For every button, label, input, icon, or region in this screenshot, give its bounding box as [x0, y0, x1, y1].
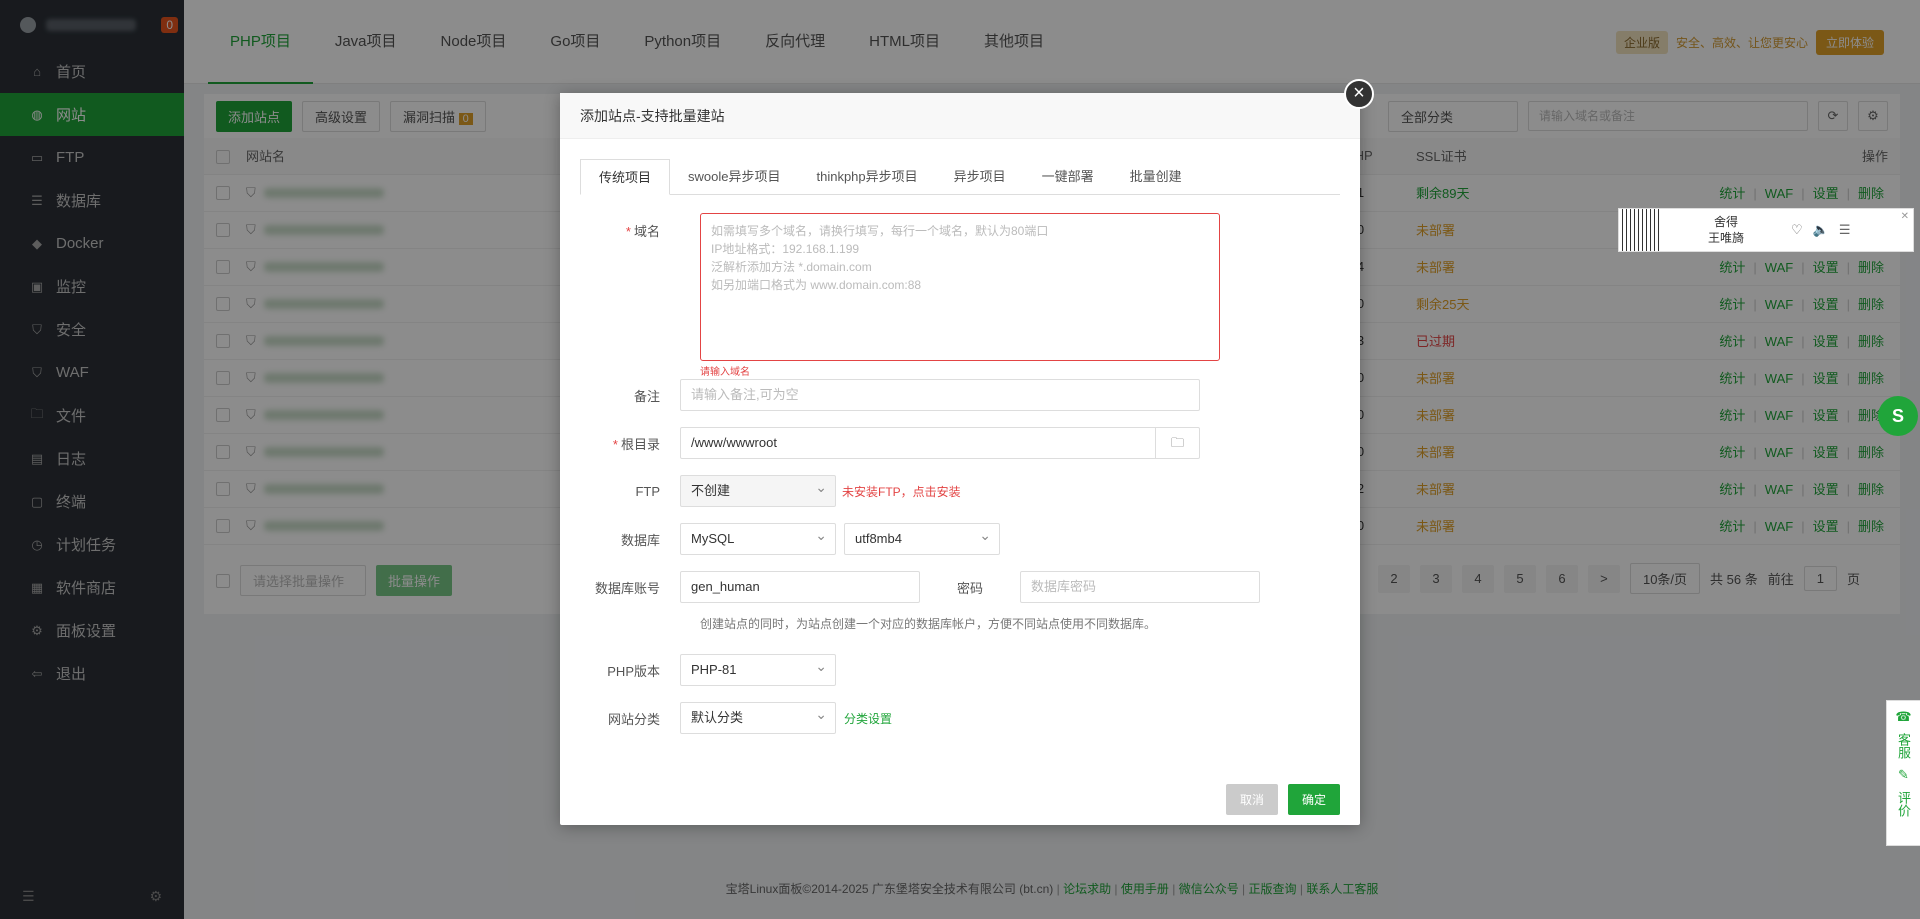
cancel-button[interactable]: 取消	[1225, 784, 1278, 815]
modal-tab[interactable]: 一键部署	[1024, 159, 1112, 194]
database-label: 数据库	[620, 532, 660, 548]
close-icon[interactable]: ×	[1344, 79, 1374, 109]
root-input[interactable]: /www/wwwroot 🗀	[680, 427, 1200, 459]
modal-title: 添加站点-支持批量建站	[560, 93, 1360, 139]
modal-tab[interactable]: swoole异步项目	[670, 159, 798, 194]
php-label: PHP版本	[607, 663, 660, 679]
playlist-icon[interactable]: ☰	[1839, 222, 1851, 238]
domain-placeholder-line: IP地址格式：192.168.1.199	[711, 242, 860, 256]
root-row: * 根目录 /www/wwwroot 🗀	[560, 427, 1200, 459]
folder-icon[interactable]: 🗀	[1155, 428, 1199, 458]
db-user-input[interactable]: gen_human	[680, 571, 920, 603]
music-player: 舍得 王唯旖 ♡ 🔈 ☰ ✕	[1618, 208, 1914, 252]
review-icon: ✎	[1898, 767, 1909, 782]
root-value: /www/wwwroot	[691, 435, 777, 450]
service-icon: ☎	[1895, 709, 1912, 724]
db-user-label: 数据库账号	[594, 580, 660, 596]
modal-tab[interactable]: 批量创建	[1112, 159, 1200, 194]
track-title: 舍得	[1713, 215, 1738, 229]
install-ftp-link[interactable]: 未安装FTP，点击安装	[842, 483, 961, 500]
category-label: 网站分类	[607, 711, 660, 727]
remark-input[interactable]: 请输入备注,可为空	[680, 379, 1200, 411]
heart-icon[interactable]: ♡	[1791, 222, 1803, 238]
database-type-select[interactable]: MySQL	[680, 520, 836, 555]
modal-tabs: 传统项目 swoole异步项目 thinkphp异步项目 异步项目 一键部署 批量创建	[580, 159, 1340, 195]
domain-placeholder-line: 如另加端口格式为 www.domain.com:88	[711, 278, 922, 292]
domain-error: 请输入域名	[700, 367, 750, 378]
root-label: 根目录	[620, 436, 660, 452]
confirm-button[interactable]: 确定	[1287, 784, 1340, 815]
modal-tab[interactable]: thinkphp异步项目	[798, 159, 935, 194]
domain-placeholder-line: 泛解析添加方法 *.domain.com	[711, 260, 872, 274]
db-hint: 创建站点的同时，为站点创建一个对应的数据库帐户，方便不同站点使用不同数据库。	[700, 617, 1157, 631]
db-pass-input[interactable]: 数据库密码	[1020, 571, 1260, 603]
domain-placeholder-line: 如需填写多个域名，请换行填写，每行一个域名，默认为80端口	[711, 224, 1049, 238]
db-pass-label: 密码	[956, 580, 983, 596]
floating-logo-icon[interactable]: S	[1878, 396, 1918, 436]
album-cover	[1619, 209, 1661, 251]
db-account-row: 数据库账号 gen_human 密码 数据库密码	[560, 571, 1260, 603]
category-select[interactable]: 默认分类	[680, 699, 836, 734]
remark-label: 备注	[633, 388, 660, 404]
domain-label: 域名	[633, 224, 660, 239]
service-label[interactable]: 客服	[1894, 733, 1913, 759]
category-settings-link[interactable]: 分类设置	[844, 710, 892, 727]
player-controls: ♡ 🔈 ☰	[1791, 222, 1851, 238]
ftp-select[interactable]: 不创建	[680, 472, 836, 507]
database-charset-select[interactable]: utf8mb4	[844, 520, 1000, 555]
track-artist: 王唯旖	[1707, 231, 1744, 245]
php-version-select[interactable]: PHP-81	[680, 651, 836, 686]
modal-footer: 取消 确定	[1225, 784, 1340, 815]
side-float-panel: ☎ 客服 ✎ 评价	[1886, 700, 1920, 846]
remark-row: 备注 请输入备注,可为空	[560, 379, 1200, 411]
track-info: 舍得 王唯旖	[1671, 214, 1781, 246]
volume-icon[interactable]: 🔈	[1813, 222, 1829, 238]
domain-row: * 域名	[625, 224, 660, 239]
add-site-modal: 添加站点-支持批量建站 × 传统项目 swoole异步项目 thinkphp异步项目…	[560, 79, 1374, 825]
ftp-row: FTP 不创建 未安装FTP，点击安装	[560, 472, 961, 507]
modal-tab[interactable]: 异步项目	[936, 159, 1024, 194]
ftp-label: FTP	[635, 483, 660, 499]
category-row: 网站分类 默认分类 分类设置	[560, 699, 892, 734]
domain-textarea[interactable]: 如需填写多个域名，请换行填写，每行一个域名，默认为80端口 IP地址格式：192.…	[700, 213, 1220, 361]
database-row: 数据库 MySQL utf8mb4	[560, 520, 1000, 555]
php-row: PHP版本 PHP-81	[560, 651, 836, 686]
review-label[interactable]: 评价	[1894, 791, 1913, 817]
modal-tab[interactable]: 传统项目	[580, 159, 671, 195]
close-icon[interactable]: ✕	[1901, 211, 1909, 222]
